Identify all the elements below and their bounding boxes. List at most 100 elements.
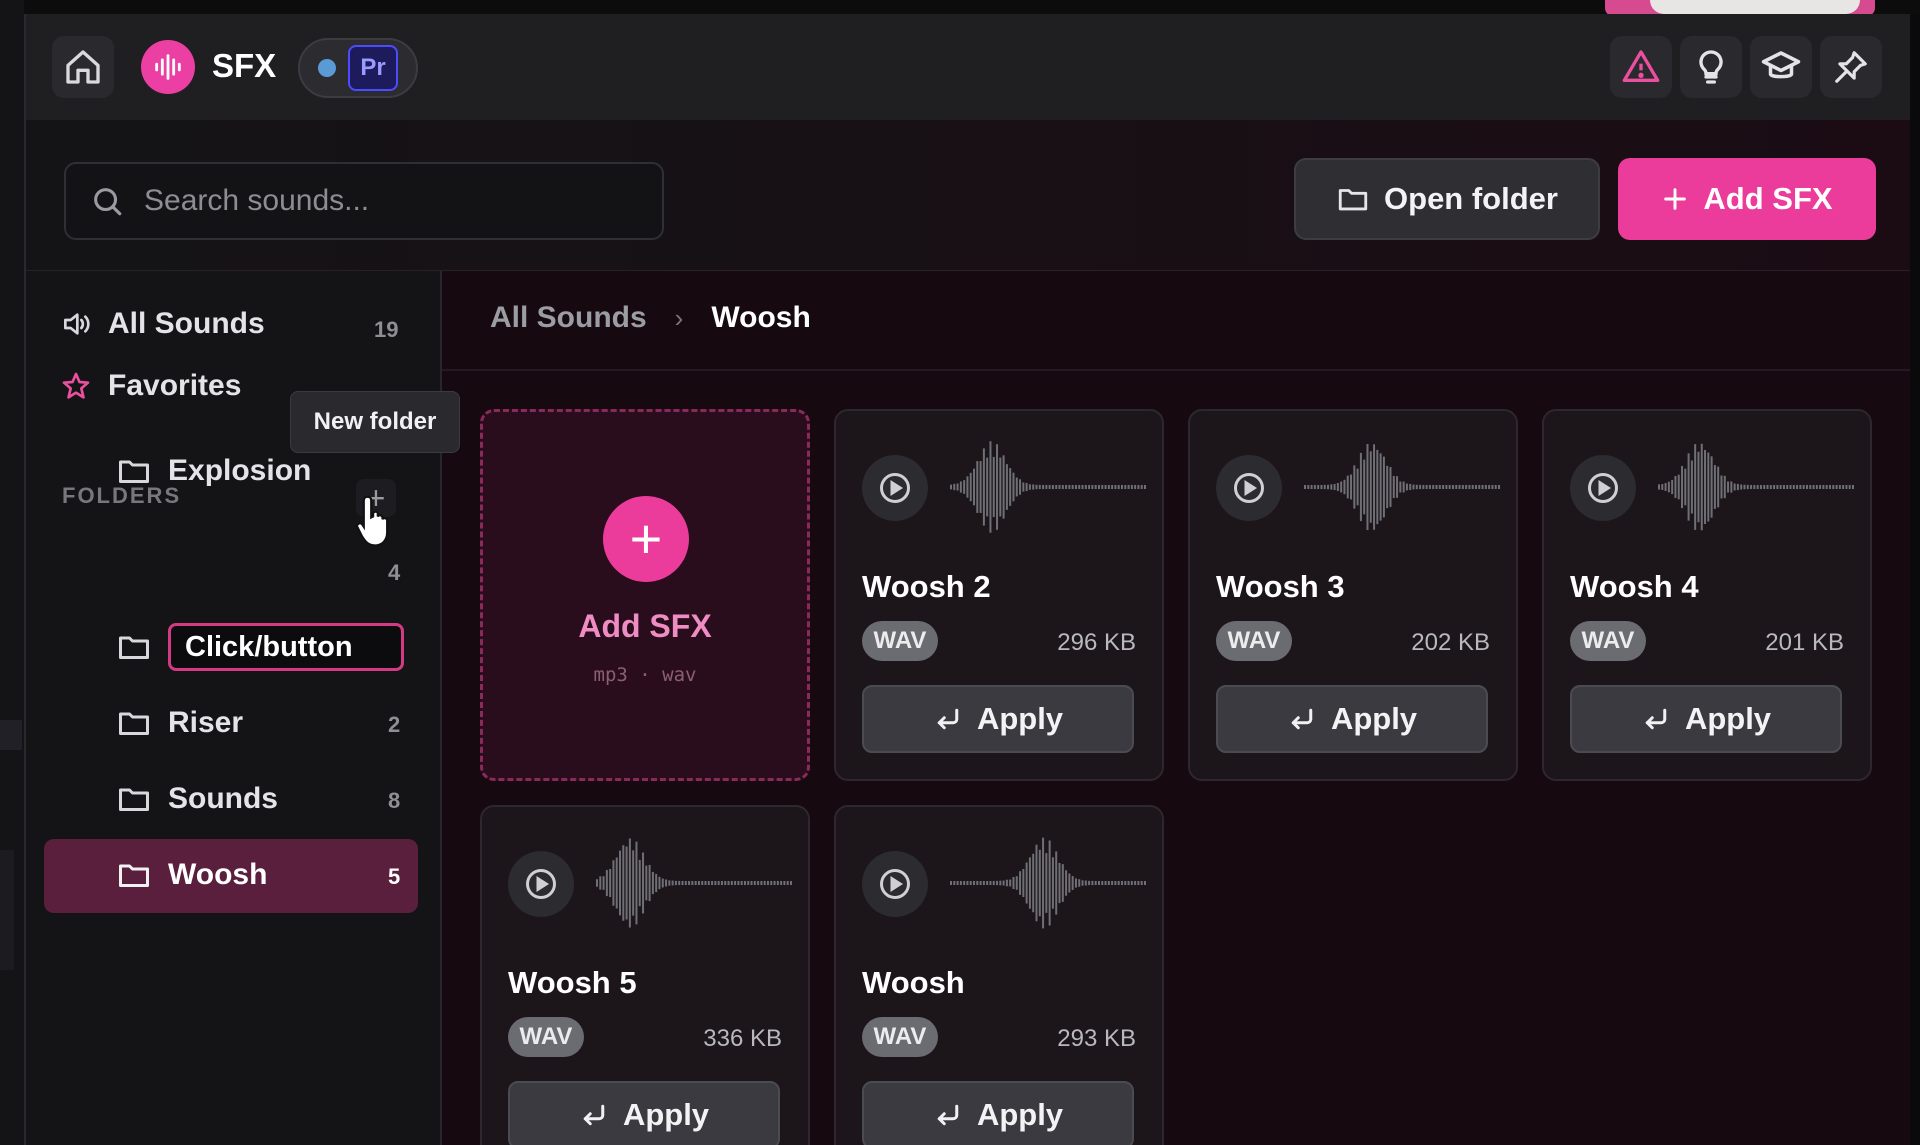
main-content: All Sounds › Woosh + Add SFX mp3 · wav W…	[442, 271, 1910, 1145]
apply-button[interactable]: Apply	[862, 685, 1134, 753]
add-sfx-button[interactable]: Add SFX	[1618, 158, 1876, 240]
sound-card: Woosh 3 WAV 202 KB Apply	[1188, 409, 1518, 781]
search-input[interactable]	[142, 183, 646, 219]
folder-item-new[interactable]	[116, 629, 152, 665]
breadcrumb-separator: ›	[674, 302, 684, 333]
graduation-cap-icon	[1761, 51, 1801, 79]
breadcrumb-all-sounds[interactable]: All Sounds	[490, 301, 647, 335]
sound-card: Woosh 4 WAV 201 KB Apply	[1542, 409, 1872, 781]
apply-label: Apply	[976, 1097, 1064, 1132]
play-icon	[526, 869, 556, 899]
folder-label: Woosh	[168, 858, 268, 891]
star-icon	[62, 372, 90, 399]
waveform	[1658, 443, 1854, 531]
play-button[interactable]	[508, 851, 574, 917]
sidebar-item-label: Favorites	[108, 369, 242, 402]
format-badge: WAV	[1216, 621, 1292, 661]
tips-button[interactable]	[1680, 36, 1742, 98]
file-size: 202 KB	[1411, 629, 1490, 656]
lightbulb-icon	[1699, 50, 1723, 84]
play-button[interactable]	[862, 851, 928, 917]
play-button[interactable]	[862, 455, 928, 521]
folder-count: 4	[388, 560, 401, 585]
sound-title: Woosh 5	[508, 965, 637, 1000]
open-folder-button[interactable]: Open folder	[1294, 158, 1600, 240]
search-icon	[94, 188, 122, 216]
file-size: 201 KB	[1765, 629, 1844, 656]
play-icon	[1588, 473, 1618, 503]
plus-icon	[1664, 188, 1687, 210]
search-box[interactable]	[64, 162, 664, 240]
apply-button[interactable]: Apply	[1570, 685, 1842, 753]
warning-button[interactable]	[1610, 36, 1672, 98]
folder-icon	[119, 460, 149, 483]
apply-label: Apply	[622, 1097, 710, 1132]
folder-icon	[119, 712, 149, 735]
folder-label: Sounds	[168, 782, 278, 815]
apply-label: Apply	[1330, 701, 1418, 736]
folder-rename-input[interactable]	[168, 623, 404, 671]
folder-label: Explosion	[168, 454, 312, 487]
toolbar: Open folder Add SFX	[26, 120, 1910, 271]
format-badge: WAV	[862, 1017, 938, 1057]
pin-icon	[1835, 51, 1867, 83]
return-arrow-icon	[583, 1104, 605, 1126]
sound-title: Woosh 2	[862, 569, 991, 604]
folder-icon	[1338, 189, 1368, 211]
premiere-pro-badge: Pr	[348, 45, 398, 91]
waveform	[950, 837, 1146, 929]
tutorials-button[interactable]	[1750, 36, 1812, 98]
folder-count: 2	[388, 712, 401, 737]
sidebar-item-favorites[interactable]: Favorites	[60, 369, 241, 403]
pin-button[interactable]	[1820, 36, 1882, 98]
apply-label: Apply	[976, 701, 1064, 736]
speaker-icon	[63, 313, 90, 335]
host-window-avatar	[1650, 0, 1860, 14]
play-button[interactable]	[1570, 455, 1636, 521]
host-app-indicator[interactable]: Pr	[298, 38, 418, 98]
sound-card: Woosh WAV 293 KB Apply	[834, 805, 1164, 1145]
add-sfx-card[interactable]: + Add SFX mp3 · wav	[480, 409, 810, 781]
top-bar: SFX Pr	[26, 14, 1910, 121]
add-sfx-card-title: Add SFX	[578, 608, 712, 644]
sfx-logo-icon	[141, 40, 195, 94]
connection-status-dot	[318, 59, 336, 77]
folder-item-woosh[interactable]: Woosh	[116, 857, 267, 893]
folder-item-riser[interactable]: Riser	[116, 705, 243, 741]
folder-count: 5	[388, 864, 401, 889]
sidebar-item-all-sounds[interactable]: All Sounds	[60, 307, 265, 341]
waveform	[950, 441, 1146, 533]
open-folder-label: Open folder	[1384, 181, 1558, 216]
folder-item-sounds[interactable]: Sounds	[116, 781, 278, 817]
format-badge: WAV	[862, 621, 938, 661]
return-arrow-icon	[937, 1104, 959, 1126]
format-badge: WAV	[1570, 621, 1646, 661]
play-icon	[1234, 473, 1264, 503]
divider	[442, 369, 1910, 371]
apply-button[interactable]: Apply	[1216, 685, 1488, 753]
folder-item-explosion[interactable]: Explosion	[116, 453, 311, 489]
host-window-left-edge	[0, 0, 24, 1145]
add-sfx-label: Add SFX	[1703, 181, 1833, 216]
breadcrumb-current: Woosh	[711, 301, 811, 334]
sidebar-item-label: All Sounds	[108, 307, 265, 340]
home-icon	[66, 50, 100, 84]
folder-count: 8	[388, 788, 401, 813]
add-sfx-card-formats: mp3 · wav	[593, 664, 697, 686]
sound-card: Woosh 5 WAV 336 KB Apply	[480, 805, 810, 1145]
home-button[interactable]	[52, 36, 114, 98]
sound-title: Woosh	[862, 965, 965, 1000]
format-badge: WAV	[508, 1017, 584, 1057]
sidebar-item-count: 19	[374, 317, 399, 342]
play-button[interactable]	[1216, 455, 1282, 521]
apply-button[interactable]: Apply	[862, 1081, 1134, 1145]
file-size: 293 KB	[1057, 1025, 1136, 1052]
sfx-panel: SFX Pr Open folder Add SFX	[24, 14, 1910, 1145]
breadcrumb: All Sounds › Woosh	[490, 301, 811, 335]
apply-button[interactable]: Apply	[508, 1081, 780, 1145]
play-icon	[880, 473, 910, 503]
folder-icon	[119, 864, 149, 887]
host-window-left-panel	[0, 850, 14, 970]
add-sfx-plus-icon: +	[603, 496, 689, 582]
sound-card: Woosh 2 WAV 296 KB Apply	[834, 409, 1164, 781]
